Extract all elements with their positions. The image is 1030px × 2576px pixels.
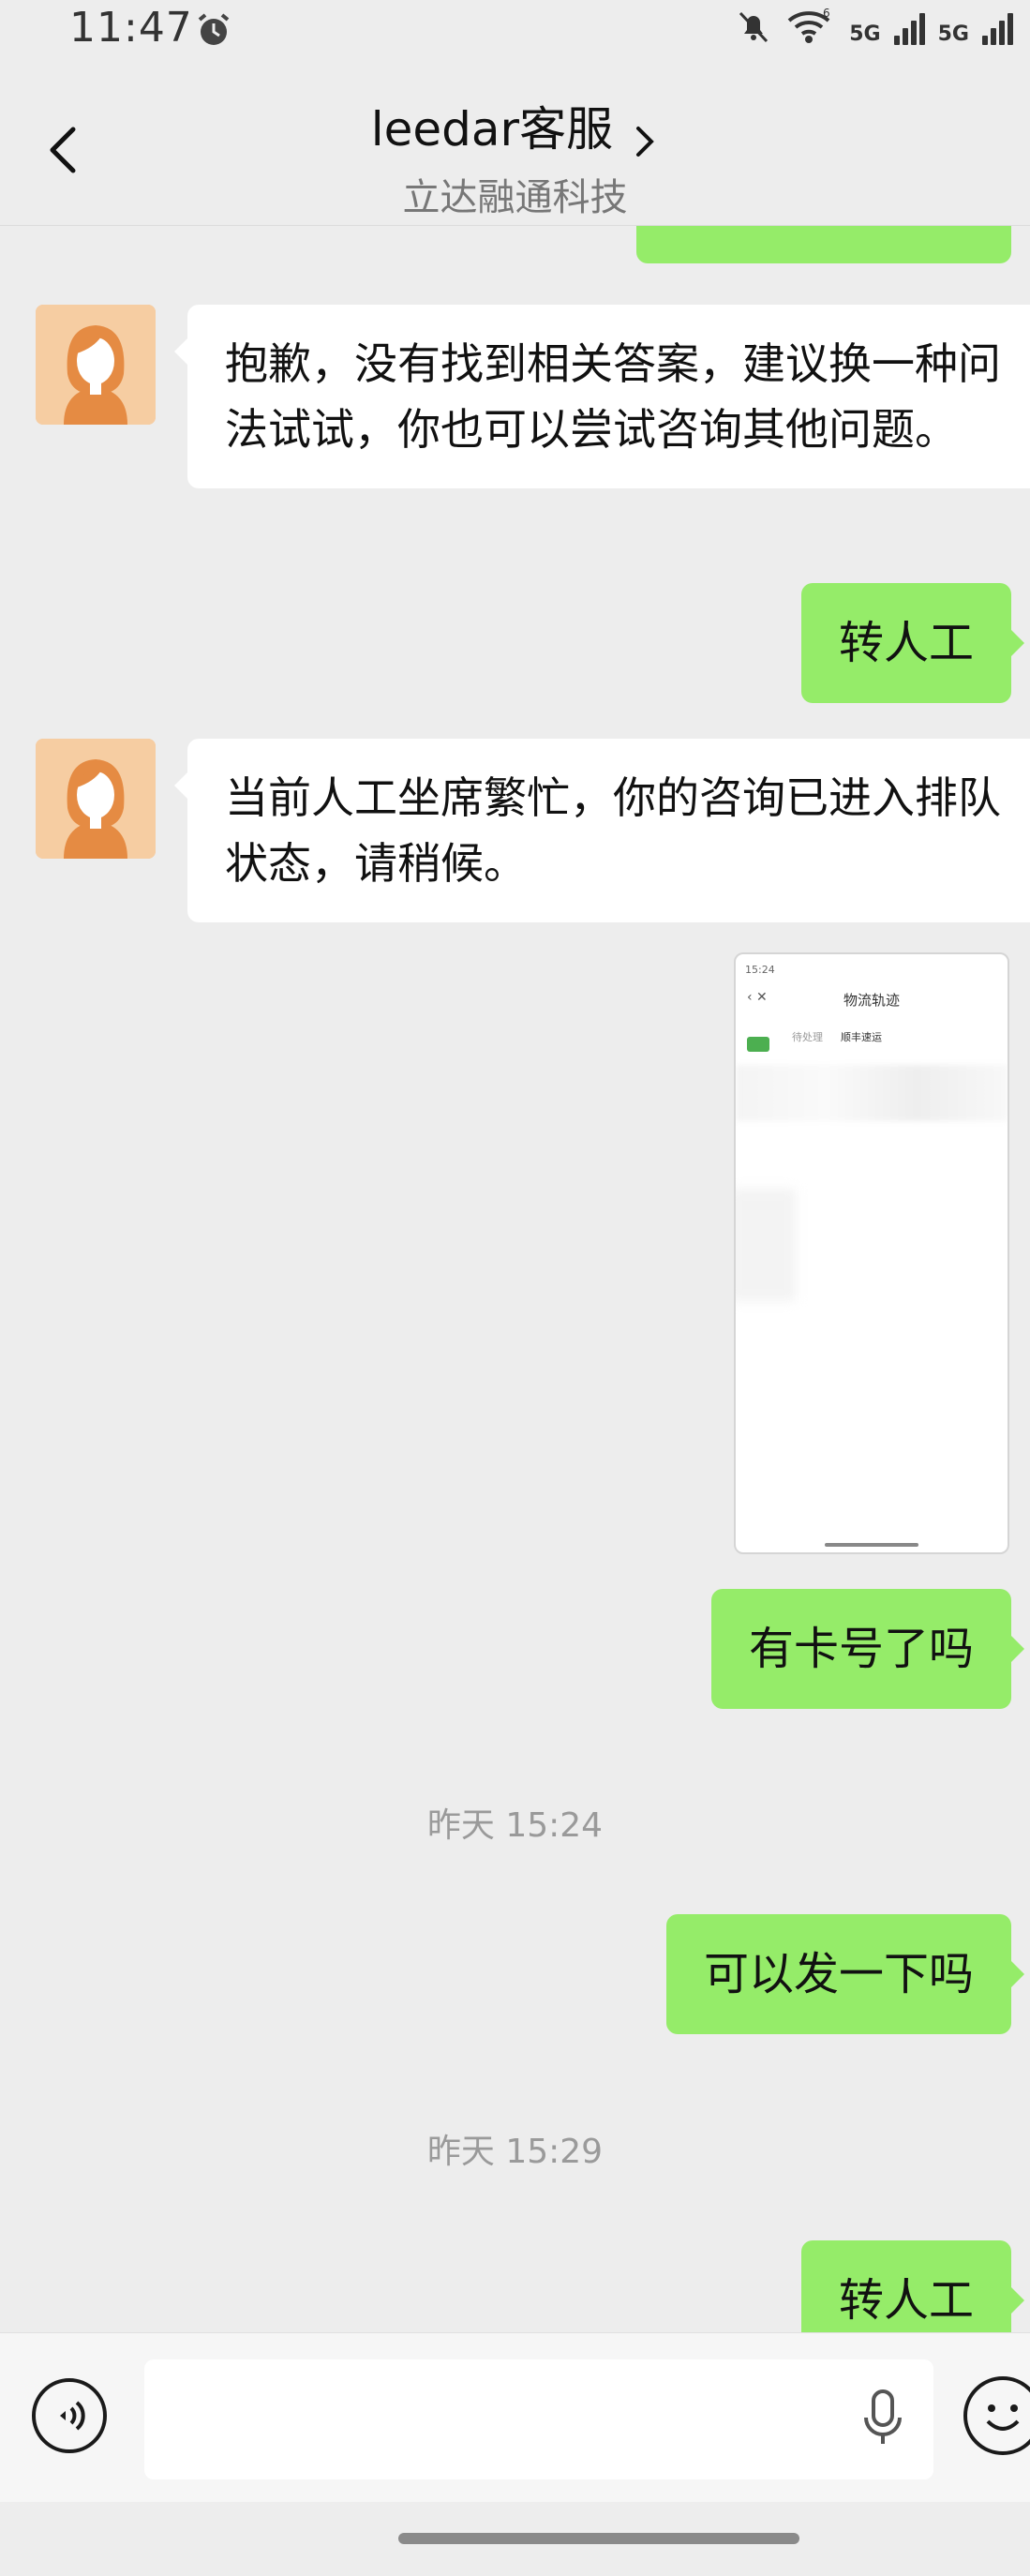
message-bubble-outgoing[interactable]: 有卡号了吗 (710, 1589, 1025, 1709)
agent-avatar-icon (36, 305, 156, 425)
blurred-region (736, 1065, 1008, 1121)
image-title: 物流轨迹 (843, 992, 900, 1009)
message-bubble-outgoing[interactable]: 可以发一下吗 (665, 1914, 1025, 2034)
message-bubble-outgoing[interactable]: 转人工 (800, 2240, 1025, 2332)
mute-icon (739, 11, 769, 43)
chat-title-button[interactable]: leedar客服 (0, 92, 1030, 160)
timestamp: 昨天 15:24 (426, 1806, 604, 1845)
emoji-button[interactable] (963, 2376, 1030, 2455)
avatar[interactable] (36, 739, 156, 859)
blurred-region (736, 1189, 796, 1301)
alarm-icon (198, 13, 230, 45)
signal-icon (982, 11, 1013, 45)
last-message-clip: 转人工 (0, 2240, 1030, 2332)
message-input[interactable] (144, 2359, 933, 2479)
emoji-icon (986, 2404, 1020, 2431)
status-icons: 6 5G 5G (735, 7, 1013, 45)
message-bubble-partial (636, 226, 1011, 263)
wifi-icon: 6 (787, 7, 830, 43)
chat-title: leedar客服 (370, 102, 614, 157)
image-home-bar (825, 1543, 918, 1547)
image-status-time: 15:24 (745, 964, 775, 976)
voice-icon (60, 2401, 85, 2431)
avatar[interactable] (36, 305, 156, 425)
svg-text:6: 6 (823, 7, 830, 20)
message-bubble-outgoing[interactable]: 转人工 (800, 583, 1025, 703)
chat-header: leedar客服 立达融通科技 (0, 66, 1030, 226)
message-bubble-incoming[interactable]: 当前人工坐席繁忙，你的咨询已进入排队状态，请稍候。 (174, 739, 1030, 922)
voice-toggle-button[interactable] (32, 2378, 107, 2453)
status-bar: 11:47 6 5G 5G (0, 0, 1030, 66)
network-type-1: 5G (849, 22, 881, 46)
signal-icon (893, 11, 925, 45)
image-line-left: 待处理 (792, 1031, 823, 1043)
network-type-2: 5G (937, 22, 969, 46)
agent-avatar-icon (36, 739, 156, 859)
input-bar (0, 2332, 1030, 2502)
message-bubble-incoming[interactable]: 抱歉，没有找到相关答案，建议换一种问法试试，你也可以尝试咨询其他问题。 (174, 305, 1030, 488)
chevron-right-icon (636, 126, 655, 157)
image-line-right: 顺丰速运 (841, 1031, 882, 1043)
status-time: 11:47 (69, 4, 193, 52)
timestamp: 昨天 15:29 (426, 2133, 604, 2171)
mic-icon[interactable] (855, 2386, 911, 2451)
chat-subtitle: 立达融通科技 (402, 176, 628, 219)
image-message[interactable]: 15:24 ‹ ✕ 物流轨迹 待处理 顺丰速运 (734, 952, 1009, 1554)
truck-icon (747, 1037, 769, 1052)
home-indicator[interactable] (398, 2533, 799, 2544)
